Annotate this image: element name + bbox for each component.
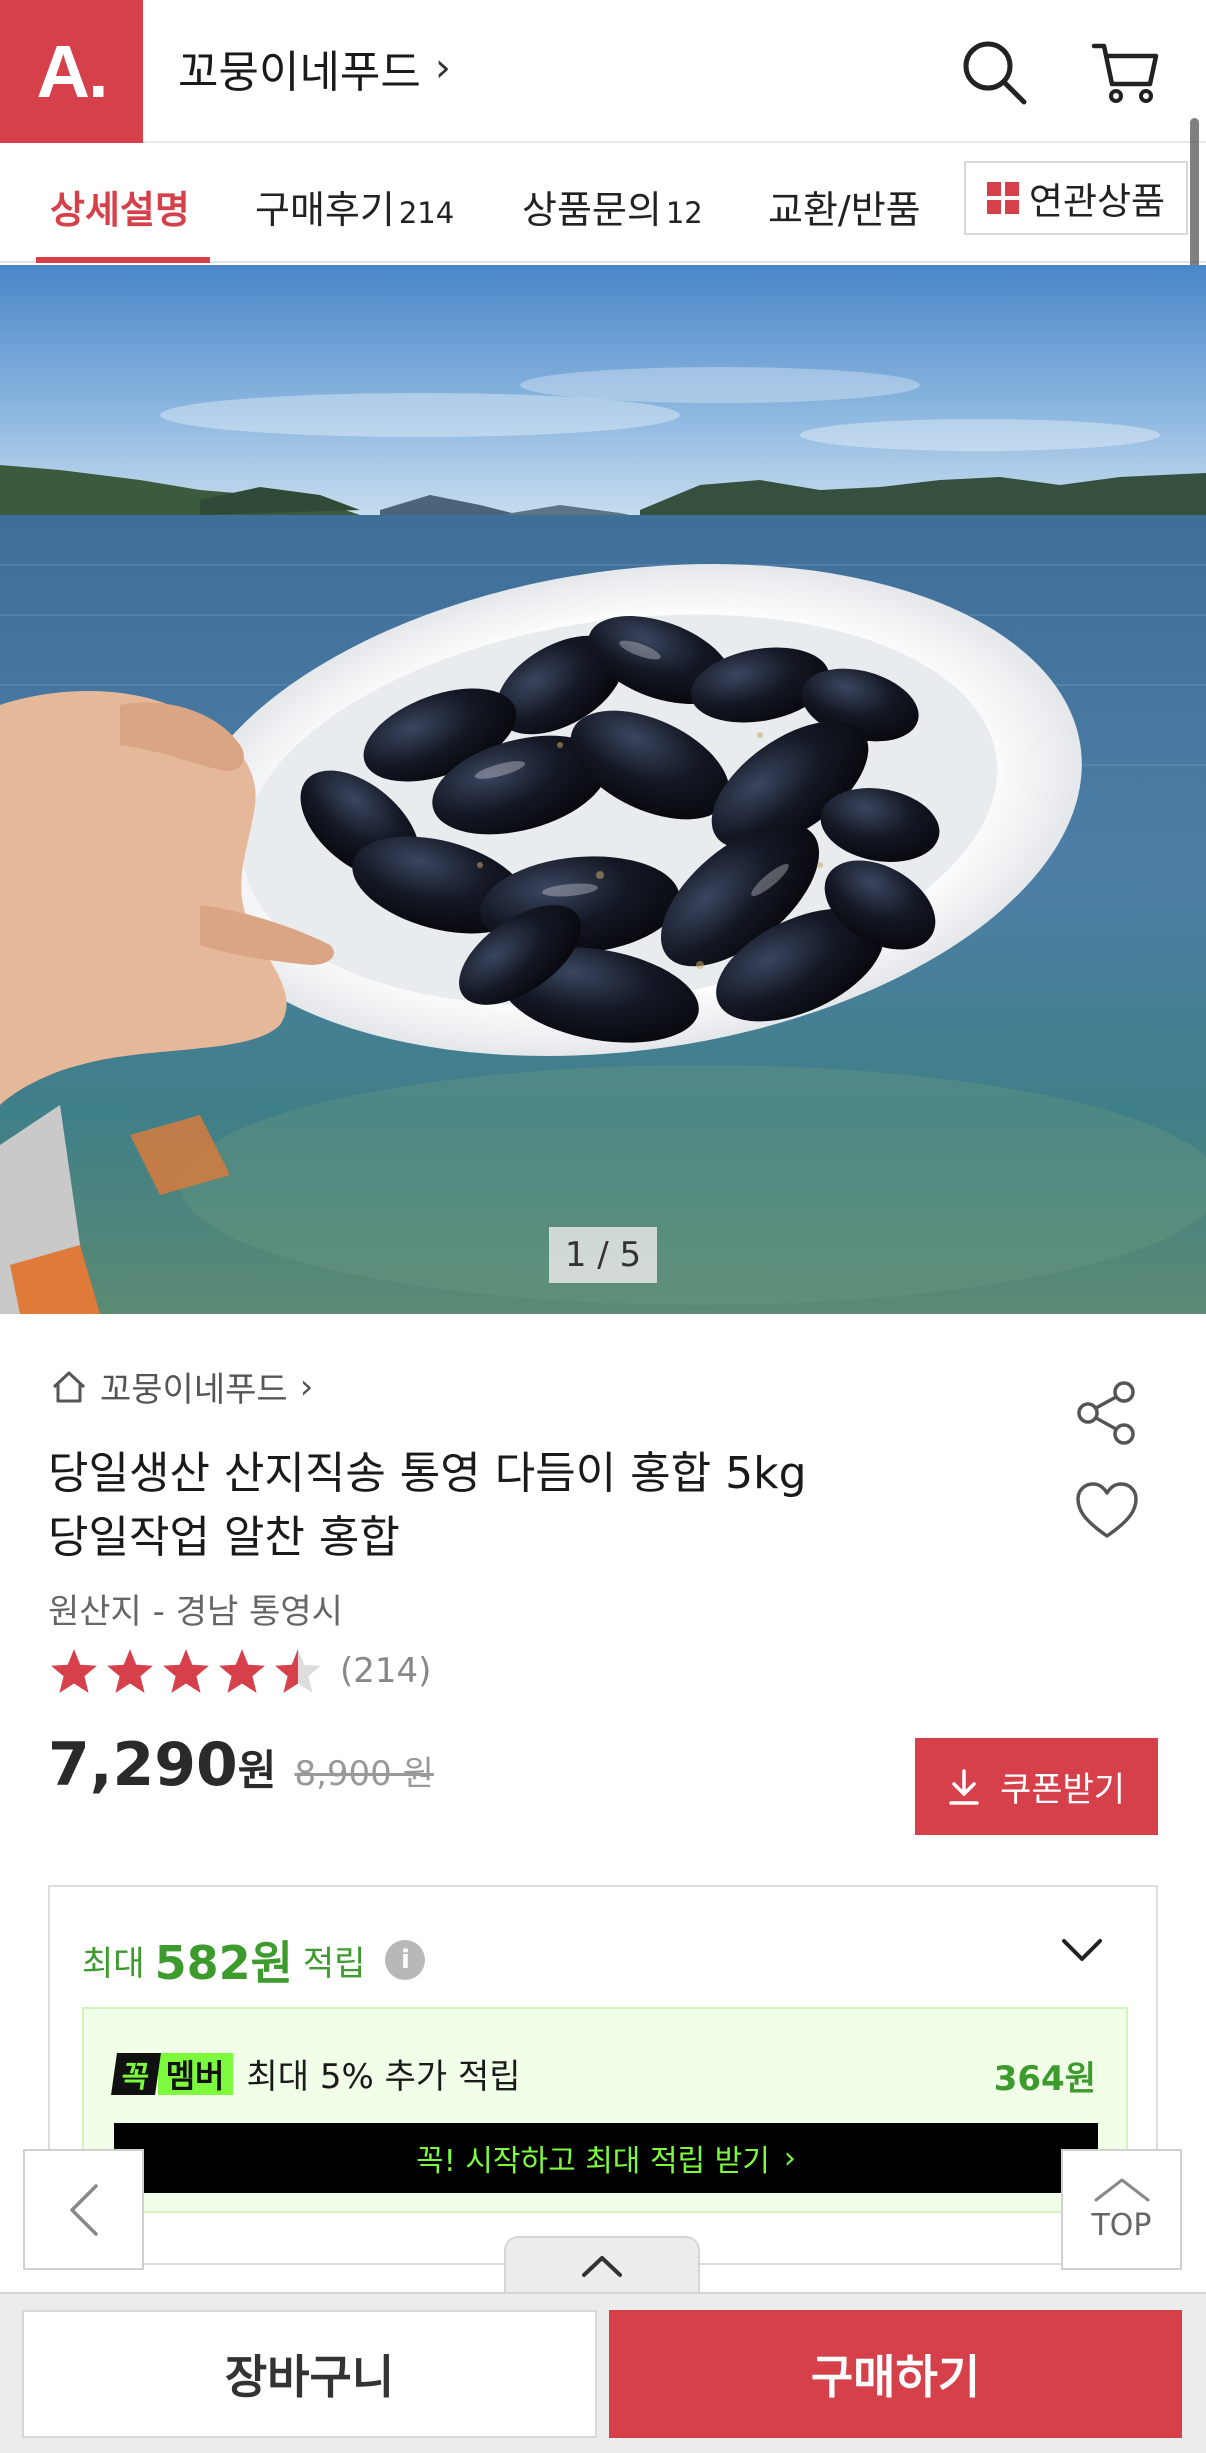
product-image-carousel[interactable]: 1 / 5 — [0, 265, 1206, 1314]
sale-price-unit: 원 — [237, 1746, 277, 1795]
chevron-right-icon: › — [299, 1366, 314, 1407]
chevron-right-icon: › — [783, 2140, 796, 2176]
tab-detail[interactable]: 상세설명 — [50, 179, 190, 234]
product-title-line-2: 당일작업 알찬 홍합 — [48, 1512, 400, 1563]
home-icon — [52, 1371, 86, 1402]
member-benefit-box: 꼭 멤버 최대 5% 추가 적립 364원 꼭! 시작하고 최대 적립 받기 › — [82, 2007, 1128, 2213]
scroll-top-label: TOP — [1091, 2208, 1152, 2243]
review-count: (214) — [340, 1651, 432, 1691]
scroll-top-button[interactable]: TOP — [1061, 2149, 1182, 2270]
star-icon — [107, 1649, 153, 1693]
member-signup-button[interactable]: 꼭! 시작하고 최대 적립 받기 › — [114, 2123, 1098, 2193]
search-icon[interactable] — [958, 36, 1030, 108]
info-icon[interactable]: i — [385, 1940, 426, 1980]
active-tab-indicator — [36, 257, 210, 263]
rating-stars — [48, 1646, 324, 1696]
original-price: 8,900 원 — [294, 1754, 434, 1794]
share-icon[interactable] — [1074, 1380, 1140, 1446]
product-title: 당일생산 산지직송 통영 다듬이 홍합 5kg 당일작업 알찬 홍합 — [48, 1442, 1008, 1570]
member-signup-label: 꼭! 시작하고 최대 적립 받기 — [416, 2144, 770, 2179]
back-button[interactable] — [23, 2149, 144, 2270]
store-breadcrumb[interactable]: 꼬뭉이네푸드 › — [50, 1362, 313, 1411]
points-suffix: 적립 — [302, 1943, 366, 1984]
store-title-text: 꼬뭉이네푸드 — [178, 47, 421, 98]
member-badge-label: 멤버 — [157, 2052, 233, 2095]
tab-qna[interactable]: 상품문의 12 — [522, 179, 703, 234]
points-panel: 최대 582원 적립 i 꼭 멤버 최대 5% 추가 적립 364원 꼭! 시작… — [48, 1885, 1158, 2265]
grid-icon — [986, 182, 1019, 214]
chevron-left-icon — [69, 2183, 98, 2236]
buy-now-button[interactable]: 구매하기 — [609, 2310, 1182, 2438]
sale-price: 7,290 — [48, 1730, 238, 1800]
store-title-link[interactable]: 꼬뭉이네푸드 › — [178, 36, 451, 100]
points-prefix: 최대 — [82, 1943, 145, 1984]
tab-reviews[interactable]: 구매후기 214 — [255, 179, 454, 234]
points-summary[interactable]: 최대 582원 적립 i — [82, 1927, 426, 1993]
chevron-up-icon — [1094, 2178, 1149, 2202]
detail-tabs: 상세설명 구매후기 214 상품문의 12 교환/반품 연관상품 — [0, 145, 1206, 263]
member-benefit-text: 최대 5% 추가 적립 — [246, 2057, 521, 2097]
price-row: 7,290 원 8,900 원 — [48, 1730, 434, 1800]
tab-reviews-count: 214 — [398, 196, 455, 230]
download-icon — [949, 1768, 979, 1805]
tab-reviews-label: 구매후기 — [255, 188, 395, 232]
member-badge-mark: 꼭 — [111, 2052, 161, 2095]
member-badge: 꼭 멤버 — [111, 2052, 233, 2095]
coupon-download-button[interactable]: 쿠폰받기 — [915, 1738, 1158, 1835]
star-icon — [219, 1649, 265, 1693]
points-amount: 582원 — [154, 1936, 293, 1990]
add-to-cart-button[interactable]: 장바구니 — [22, 2310, 597, 2438]
product-photo — [0, 265, 1206, 1314]
star-icon — [163, 1649, 209, 1693]
cart-icon[interactable] — [1090, 36, 1162, 108]
chevron-up-icon — [582, 2256, 622, 2277]
tab-qna-count: 12 — [665, 196, 703, 230]
chevron-down-icon[interactable] — [1060, 1935, 1104, 1965]
product-title-line-1: 당일생산 산지직송 통영 다듬이 홍합 5kg — [48, 1448, 807, 1499]
breadcrumb-store-name: 꼬뭉이네푸드 — [100, 1370, 288, 1410]
product-rating[interactable]: (214) — [48, 1646, 431, 1696]
tab-exchange-return[interactable]: 교환/반품 — [768, 179, 921, 234]
tab-exchange-label: 교환/반품 — [768, 188, 921, 232]
app-header: A. 꼬뭉이네푸드 › — [0, 0, 1206, 143]
related-products-button[interactable]: 연관상품 — [964, 161, 1188, 235]
tab-qna-label: 상품문의 — [522, 188, 662, 232]
carousel-pager: 1 / 5 — [549, 1227, 657, 1283]
tab-detail-label: 상세설명 — [50, 188, 190, 232]
related-products-label: 연관상품 — [1028, 180, 1166, 223]
product-origin: 원산지 - 경남 통영시 — [48, 1592, 343, 1632]
member-benefit-amount: 364원 — [993, 2059, 1096, 2099]
chevron-right-icon: › — [434, 45, 451, 91]
star-icon — [275, 1649, 321, 1693]
coupon-label: 쿠폰받기 — [999, 1770, 1126, 1810]
star-icon — [51, 1649, 97, 1693]
brand-logo[interactable]: A. — [0, 0, 143, 143]
member-benefit-row: 꼭 멤버 최대 5% 추가 적립 — [111, 2049, 521, 2098]
heart-icon[interactable] — [1074, 1480, 1140, 1542]
option-drawer-handle[interactable] — [504, 2236, 700, 2294]
purchase-bar: 장바구니 구매하기 — [0, 2292, 1206, 2453]
